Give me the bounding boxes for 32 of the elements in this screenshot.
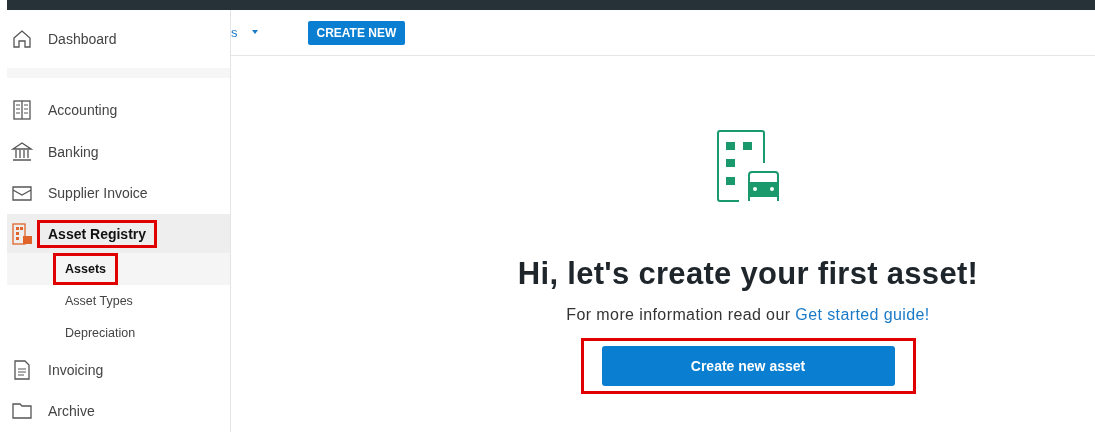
sidebar-subitem-label: Depreciation bbox=[64, 324, 137, 342]
sidebar-subitem-label: Asset Types bbox=[64, 292, 134, 310]
info-text: For more information read our Get started guide! bbox=[566, 306, 930, 324]
sidebar-item[interactable]: Accounting bbox=[7, 89, 230, 132]
sidebar-item-label: Banking bbox=[47, 142, 100, 162]
sidebar-subitem[interactable]: Assets bbox=[7, 252, 230, 285]
menu-dropdown[interactable]: s bbox=[231, 25, 258, 40]
sidebar-item[interactable]: Supplier Invoice bbox=[7, 172, 230, 215]
sidebar-item-label: Invoicing bbox=[47, 360, 105, 380]
get-started-link[interactable]: Get started guide! bbox=[795, 306, 930, 323]
sidebar-item[interactable]: Archive bbox=[7, 390, 230, 432]
sidebar-item-label: Dashboard bbox=[47, 30, 118, 49]
house-icon bbox=[11, 28, 33, 50]
sidebar-item-label: Archive bbox=[47, 402, 96, 422]
sidebar-subitem[interactable]: Depreciation bbox=[7, 316, 230, 349]
sidebar-subitem-label: Assets bbox=[53, 252, 118, 285]
building-icon bbox=[11, 222, 33, 245]
sidebar-item[interactable]: Banking bbox=[7, 131, 230, 173]
empty-state-heading: Hi, let's create your first asset! bbox=[517, 256, 979, 292]
sidebar-item[interactable]: Asset Registry bbox=[7, 214, 230, 253]
sidebar-item-label: Supplier Invoice bbox=[47, 184, 149, 204]
building-bus-icon bbox=[717, 130, 779, 202]
sidebar-item-label: Asset Registry bbox=[37, 219, 158, 248]
sidebar-item[interactable]: Dashboard bbox=[7, 10, 230, 68]
sidebar-item-label: Accounting bbox=[47, 101, 119, 121]
document-icon bbox=[11, 358, 33, 381]
book-icon bbox=[11, 99, 33, 122]
bank-icon bbox=[11, 140, 33, 163]
create-asset-button[interactable]: Create new asset bbox=[601, 346, 895, 386]
create-new-button[interactable]: CREATE NEW bbox=[307, 20, 406, 45]
sidebar-item[interactable]: Invoicing bbox=[7, 348, 230, 391]
sidebar-subitem[interactable]: Asset Types bbox=[7, 284, 230, 317]
